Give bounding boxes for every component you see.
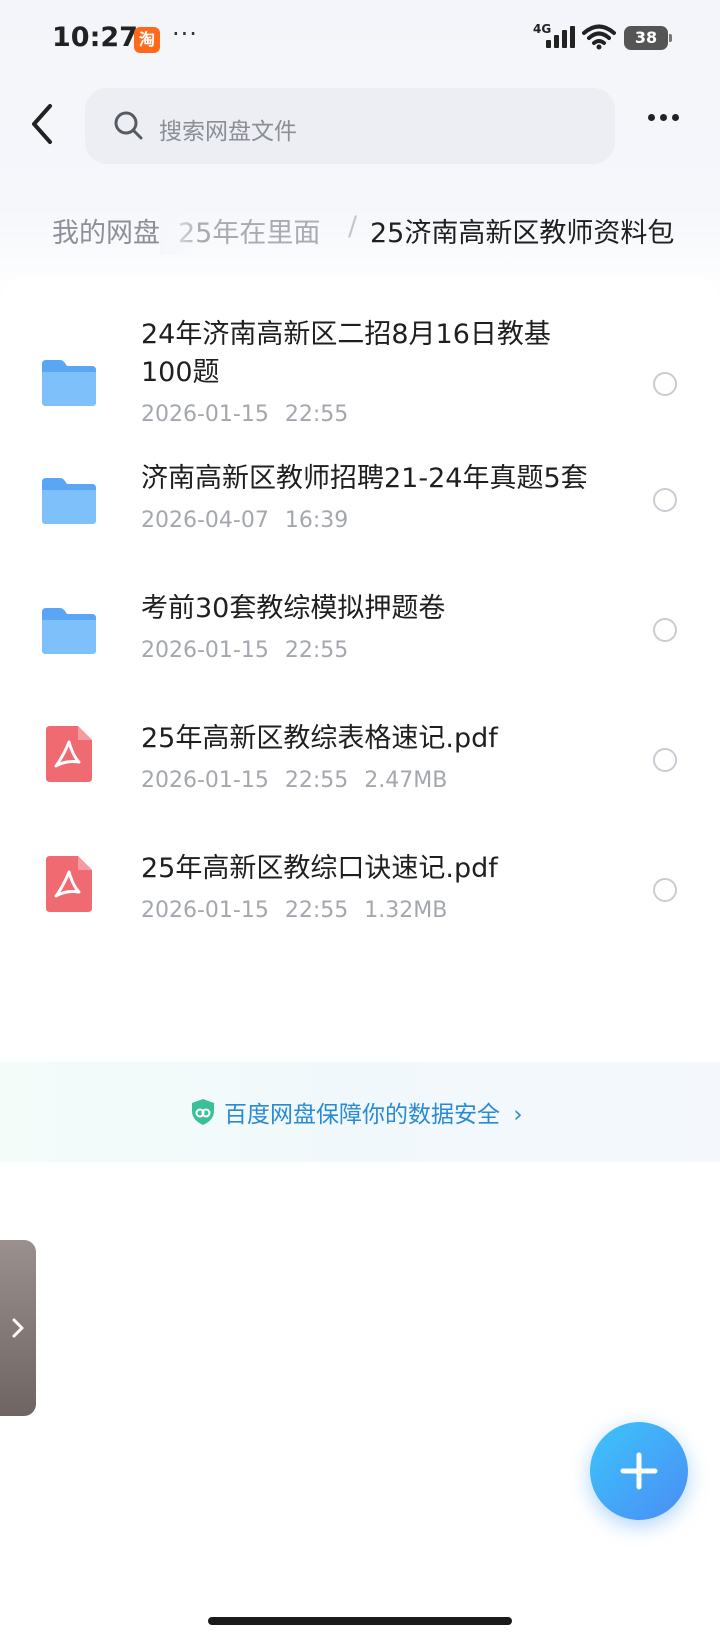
folder-icon [42, 608, 96, 654]
breadcrumb-separator: / [348, 211, 358, 242]
file-time: 22:55 [284, 638, 349, 663]
file-meta: 2026-01-15 22:55 2.47MB [141, 768, 463, 793]
cellular-signal-icon [546, 26, 575, 48]
pdf-file-icon [46, 726, 92, 782]
back-button[interactable] [26, 100, 66, 152]
breadcrumb: 我的网盘 25年在里面 / 25济南高新区教师资料包 [0, 205, 720, 255]
more-options-button[interactable] [648, 106, 688, 125]
select-checkbox[interactable] [653, 748, 677, 772]
plus-icon [620, 1452, 658, 1490]
file-meta: 2026-01-15 22:55 [141, 402, 364, 427]
security-label: 百度网盘保障你的数据安全 [224, 1102, 500, 1128]
select-checkbox[interactable] [653, 618, 677, 642]
more-dot-icon [648, 114, 655, 121]
file-list: 24年济南高新区二招8月16日教基100题 2026-01-15 22:55 济南… [0, 276, 720, 1156]
breadcrumb-middle[interactable]: 25年在里面 [178, 211, 320, 250]
security-text: 百度网盘保障你的数据安全 › [224, 1095, 523, 1129]
file-title: 考前30套教综模拟押题卷 [141, 593, 446, 624]
add-button[interactable] [590, 1422, 688, 1520]
search-input[interactable]: 搜索网盘文件 [85, 88, 615, 164]
file-size: 2.47MB [364, 768, 448, 793]
file-time: 16:39 [284, 508, 349, 533]
pdf-file-icon [46, 856, 92, 912]
file-meta: 2026-01-15 22:55 [141, 638, 364, 663]
back-arrow-icon [32, 104, 52, 144]
status-time: 10:27 [52, 22, 138, 53]
file-time: 22:55 [284, 898, 349, 923]
file-row[interactable]: 25年高新区教综表格速记.pdf 2026-01-15 22:55 2.47MB [0, 716, 720, 816]
file-date: 2026-04-07 [141, 508, 269, 533]
file-title: 济南高新区教师招聘21-24年真题5套 [141, 463, 588, 494]
shield-icon [192, 1099, 214, 1125]
file-meta: 2026-04-07 16:39 [141, 508, 364, 533]
battery-icon: 38 [624, 26, 672, 50]
file-row[interactable]: 24年济南高新区二招8月16日教基100题 2026-01-15 22:55 [0, 306, 720, 436]
taobao-app-icon: 淘 [134, 27, 160, 53]
folder-icon [42, 360, 96, 406]
notification-more-icon: ··· [172, 20, 198, 48]
select-checkbox[interactable] [653, 878, 677, 902]
file-row[interactable]: 25年高新区教综口诀速记.pdf 2026-01-15 22:55 1.32MB [0, 846, 720, 946]
side-drawer-handle[interactable] [0, 1240, 36, 1416]
file-title: 25年高新区教综口诀速记.pdf [141, 853, 498, 884]
more-dot-icon [672, 114, 679, 121]
file-row[interactable]: 济南高新区教师招聘21-24年真题5套 2026-04-07 16:39 [0, 456, 720, 556]
chevron-right-icon [12, 1318, 24, 1338]
file-size: 1.32MB [364, 898, 448, 923]
folder-icon [42, 478, 96, 524]
more-dot-icon [660, 114, 667, 121]
chevron-right-icon: › [513, 1102, 523, 1128]
breadcrumb-fade [160, 205, 194, 255]
breadcrumb-root[interactable]: 我的网盘 [52, 211, 160, 250]
file-meta: 2026-01-15 22:55 1.32MB [141, 898, 463, 923]
file-title: 25年高新区教综表格速记.pdf [141, 723, 498, 754]
file-time: 22:55 [284, 768, 349, 793]
file-date: 2026-01-15 [141, 638, 269, 663]
search-placeholder: 搜索网盘文件 [159, 119, 297, 145]
wifi-icon [582, 24, 616, 50]
file-date: 2026-01-15 [141, 768, 269, 793]
file-title: 24年济南高新区二招8月16日教基100题 [141, 319, 551, 388]
file-time: 22:55 [284, 402, 349, 427]
file-row[interactable]: 考前30套教综模拟押题卷 2026-01-15 22:55 [0, 586, 720, 686]
security-banner[interactable]: 百度网盘保障你的数据安全 › [0, 1062, 720, 1162]
select-checkbox[interactable] [653, 372, 677, 396]
file-date: 2026-01-15 [141, 898, 269, 923]
select-checkbox[interactable] [653, 488, 677, 512]
breadcrumb-current: 25济南高新区教师资料包 [370, 218, 675, 249]
search-icon [114, 111, 143, 140]
home-indicator[interactable] [208, 1617, 512, 1625]
status-bar: 10:27 淘 ··· 4G 38 [0, 0, 720, 80]
file-date: 2026-01-15 [141, 402, 269, 427]
